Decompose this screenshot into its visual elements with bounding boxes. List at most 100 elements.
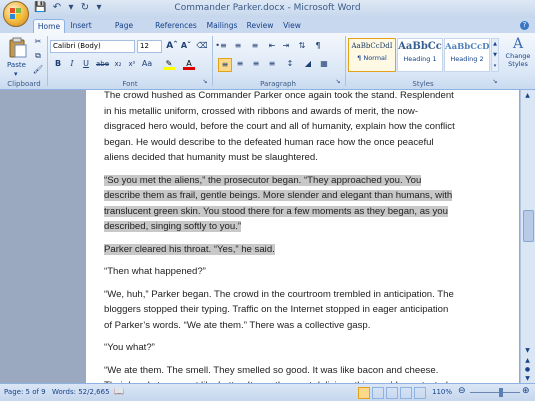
show-hide-icon[interactable]: ¶ [312, 40, 324, 52]
next-page-icon[interactable]: ▼ [523, 375, 532, 383]
zoom-slider[interactable] [470, 392, 520, 393]
document-paragraph[interactable]: The crowd hushed as Commander Parker onc… [104, 90, 456, 166]
tab-mailings[interactable]: Mailings [204, 19, 240, 33]
font-name-box[interactable]: Calibri (Body) [50, 40, 135, 53]
copy-icon[interactable]: ⧉ [32, 50, 44, 62]
cut-icon[interactable]: ✂ [32, 36, 44, 48]
underline-icon[interactable]: U [80, 58, 92, 70]
proofing-icon[interactable]: 📖 [114, 387, 124, 396]
italic-icon[interactable]: I [66, 58, 78, 70]
scroll-thumb[interactable] [523, 210, 534, 242]
decrease-indent-icon[interactable]: ⇤ [266, 40, 278, 52]
tab-insert[interactable]: Insert [68, 19, 94, 33]
change-styles-button[interactable]: A Change Styles [503, 36, 533, 78]
office-button[interactable] [3, 1, 29, 27]
increase-indent-icon[interactable]: ⇥ [280, 40, 292, 52]
font-dialog-launcher-icon[interactable]: ↘ [201, 76, 209, 88]
zoom-level[interactable]: 110% [432, 388, 452, 396]
window-title: Commander Parker.docx - Microsoft Word [174, 3, 361, 13]
draft-view-icon[interactable] [414, 387, 426, 399]
shading-icon[interactable]: ◢ [302, 58, 314, 70]
ribbon: Paste ▾ ✂ ⧉ 🖌 Clipboard Calibri (Body) 1… [0, 33, 535, 90]
separator [212, 36, 213, 86]
change-styles-icon: A [512, 36, 524, 52]
previous-page-icon[interactable]: ▲ [523, 357, 532, 365]
scroll-down-icon[interactable]: ▼ [523, 347, 532, 355]
title-bar: 💾 ↶ ▾ ↻ ▾ Commander Parker.docx - Micros… [0, 0, 535, 18]
tab-references[interactable]: References [154, 19, 198, 33]
paste-dropdown-icon[interactable]: ▾ [14, 70, 18, 78]
clear-formatting-icon[interactable]: ⌫ [196, 40, 208, 52]
grow-font-icon[interactable]: Aˆ [166, 40, 178, 52]
highlight-color-icon[interactable]: ✎ [163, 58, 175, 70]
print-layout-view-icon[interactable] [358, 387, 370, 399]
document-paragraph[interactable]: “We ate them. The smell. They smelled so… [104, 363, 456, 384]
line-spacing-icon[interactable]: ↕ [284, 58, 296, 70]
selected-text[interactable]: “So you met the aliens,” the prosecutor … [104, 174, 453, 232]
paragraph-dialog-launcher-icon[interactable]: ↘ [334, 76, 342, 88]
shrink-font-icon[interactable]: Aˇ [180, 40, 192, 52]
document-paragraph[interactable]: “You what?” [104, 340, 456, 356]
tab-page-layout[interactable]: Page Layout [101, 19, 147, 44]
separator [345, 36, 346, 86]
paragraph-group-label: Paragraph [260, 80, 296, 88]
style-name: ¶ Normal [357, 54, 387, 62]
style-normal[interactable]: AaBbCcDdI ¶ Normal [348, 38, 396, 72]
web-layout-view-icon[interactable] [386, 387, 398, 399]
style-preview: AaBbCc [398, 41, 442, 52]
change-styles-label: Change Styles [505, 52, 531, 68]
sort-icon[interactable]: ⇅ [296, 40, 308, 52]
styles-group-label: Styles [412, 80, 434, 88]
bold-icon[interactable]: B [52, 58, 64, 70]
zoom-slider-thumb[interactable] [499, 388, 503, 397]
selected-text[interactable]: Parker cleared his throat. “Yes,” he sai… [104, 243, 275, 255]
borders-icon[interactable]: ▦ [318, 58, 330, 70]
align-center-icon[interactable]: ≡ [234, 58, 246, 70]
outline-view-icon[interactable] [400, 387, 412, 399]
office-logo-icon [10, 8, 21, 19]
tab-review[interactable]: Review [246, 19, 274, 33]
style-preview: AaBbCcD [445, 42, 490, 52]
select-browse-object-icon[interactable]: ● [523, 366, 532, 374]
font-color-icon[interactable]: A [183, 58, 195, 70]
document-paragraph[interactable]: “Then what happened?” [104, 264, 456, 280]
document-area: The crowd hushed as Commander Parker onc… [0, 90, 535, 383]
style-name: Heading 1 [403, 55, 437, 63]
subscript-icon[interactable]: x₂ [112, 58, 124, 70]
document-paragraph[interactable]: “We, huh,” Parker began. The crowd in th… [104, 287, 456, 334]
zoom-out-icon[interactable]: ⊖ [458, 386, 466, 396]
zoom-in-icon[interactable]: ⊕ [522, 386, 530, 396]
word-count[interactable]: Words: 52/2,665 [52, 388, 110, 396]
styles-gallery-scroll[interactable]: ▲ ▼ ▾ [491, 38, 499, 72]
scroll-up-icon[interactable]: ▲ [523, 92, 532, 100]
document-paragraph[interactable]: “So you met the aliens,” the prosecutor … [104, 173, 456, 235]
document-paragraph[interactable]: Parker cleared his throat. “Yes,” he sai… [104, 242, 456, 258]
document-body[interactable]: The crowd hushed as Commander Parker onc… [104, 90, 456, 383]
numbering-icon[interactable]: ≡ [232, 40, 244, 52]
styles-dialog-launcher-icon[interactable]: ↘ [491, 76, 499, 88]
tab-view[interactable]: View [281, 19, 303, 33]
align-left-icon[interactable]: ≡ [218, 58, 232, 72]
vertical-scrollbar[interactable]: ▲ ▼ ▲ ● ▼ [520, 90, 535, 383]
font-size-box[interactable]: 12 [137, 40, 162, 53]
superscript-icon[interactable]: x² [126, 58, 138, 70]
format-painter-icon[interactable]: 🖌 [32, 64, 44, 76]
multilevel-list-icon[interactable]: ≡ [249, 40, 261, 52]
bullets-icon[interactable]: •≡ [215, 40, 227, 52]
page-count[interactable]: Page: 5 of 9 [4, 388, 46, 396]
font-group-label: Font [122, 80, 138, 88]
clipboard-group-label: Clipboard [7, 80, 41, 88]
paste-icon[interactable] [8, 37, 28, 59]
paste-button[interactable]: Paste [7, 61, 26, 69]
style-name: Heading 2 [450, 55, 484, 63]
tab-home[interactable]: Home [33, 19, 65, 34]
align-right-icon[interactable]: ≡ [250, 58, 262, 70]
change-case-icon[interactable]: Aa [141, 58, 153, 70]
style-heading-1[interactable]: AaBbCc Heading 1 [397, 38, 443, 72]
justify-icon[interactable]: ≡ [266, 58, 278, 70]
strikethrough-icon[interactable]: abe [96, 58, 109, 70]
style-heading-2[interactable]: AaBbCcD Heading 2 [444, 38, 490, 72]
help-icon[interactable]: ? [520, 21, 529, 30]
full-screen-reading-view-icon[interactable] [372, 387, 384, 399]
ribbon-tabs: Home Insert Page Layout References Maili… [0, 18, 535, 44]
